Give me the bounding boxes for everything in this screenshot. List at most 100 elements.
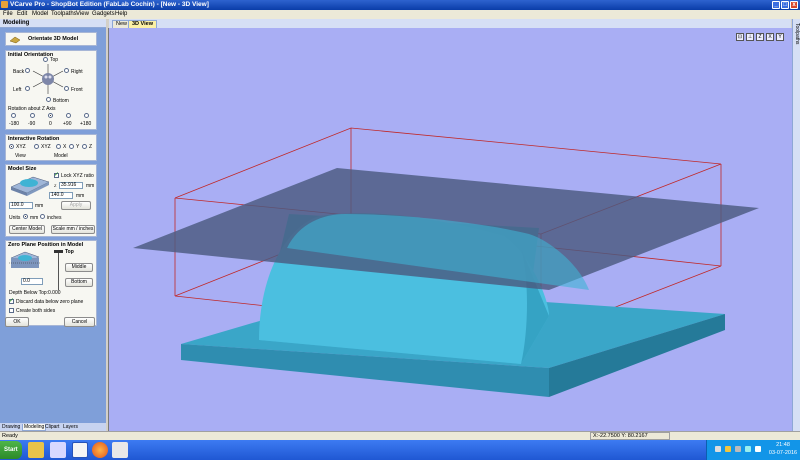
orient-back-radio[interactable]	[25, 68, 30, 73]
model-size-icon	[10, 176, 50, 196]
rotation-p90-radio[interactable]	[66, 113, 71, 118]
tab-layers[interactable]: Layers	[62, 424, 79, 430]
vcarve-app-icon[interactable]	[72, 442, 88, 458]
file-explorer-icon[interactable]	[28, 442, 44, 458]
menu-model[interactable]: Model	[32, 11, 48, 17]
rotation-p90-label: +90	[63, 121, 72, 127]
firefox-icon[interactable]	[92, 442, 108, 458]
rot-view-sublabel: View	[15, 153, 26, 159]
windows-taskbar: Start 21:48 03-07-2016	[0, 440, 800, 460]
rotation-m180-radio[interactable]	[11, 113, 16, 118]
z-size-field[interactable]: 35.916	[59, 182, 83, 189]
top-view-icon[interactable]: Z	[756, 33, 764, 41]
iso-view-icon[interactable]: ⊥	[746, 33, 754, 41]
3d-viewport[interactable]	[108, 28, 792, 431]
ok-button[interactable]: OK	[5, 317, 29, 327]
status-ready: Ready	[2, 433, 18, 439]
clock[interactable]: 21:48 03-07-2016	[767, 441, 799, 457]
menu-file[interactable]: File	[3, 11, 13, 17]
orient-top-radio[interactable]	[43, 57, 48, 62]
z-unit-label: mm	[86, 183, 95, 189]
zero-plane-slider-handle[interactable]	[54, 250, 63, 253]
discard-below-checkbox[interactable]	[9, 297, 14, 304]
menu-view[interactable]: View	[76, 11, 89, 17]
tab-drawing[interactable]: Drawing	[1, 424, 21, 430]
depth-below-top-value: 0.000	[48, 290, 61, 296]
menu-edit[interactable]: Edit	[17, 11, 27, 17]
tray-network-icon[interactable]	[715, 446, 721, 452]
rot-y-radio[interactable]	[69, 144, 74, 149]
lock-xyz-checkbox[interactable]	[54, 171, 59, 178]
y-size-field[interactable]: 140.0	[49, 192, 73, 199]
orient-right-radio[interactable]	[64, 68, 69, 73]
menu-toolpaths[interactable]: Toolpaths	[51, 11, 77, 17]
rotation-m90-radio[interactable]	[30, 113, 35, 118]
tray-shield-icon[interactable]	[725, 446, 731, 452]
rotation-m90-label: -90	[28, 121, 36, 127]
x-size-field[interactable]: 100.0	[9, 202, 33, 209]
unit-mm-radio[interactable]	[23, 214, 28, 219]
y-unit-label: mm	[76, 193, 85, 199]
orientate-header: Orientate 3D Model	[5, 32, 97, 46]
rot-y-label: Y	[76, 144, 80, 150]
rot-z-radio[interactable]	[82, 144, 87, 149]
orientation-gizmo-icon	[32, 64, 64, 94]
zero-plane-bottom-button[interactable]: Bottom	[65, 278, 93, 287]
maximize-button[interactable]: □	[781, 1, 789, 9]
rotation-0-radio[interactable]	[48, 113, 53, 118]
menu-help[interactable]: Help	[115, 11, 127, 17]
tab-modeling[interactable]: Modeling	[22, 424, 47, 431]
orient-left-radio[interactable]	[25, 86, 30, 91]
units-label: Units	[9, 215, 21, 221]
z-axis-letter: Z	[54, 183, 57, 188]
discard-below-label: Discard data below zero plane	[16, 299, 84, 305]
y-view-icon[interactable]: Y	[776, 33, 784, 41]
rotation-p180-label: +180	[80, 121, 92, 127]
orient-front-radio[interactable]	[64, 86, 69, 91]
tray-volume-icon[interactable]	[735, 446, 741, 452]
rotation-p180-radio[interactable]	[84, 113, 89, 118]
3d-scene[interactable]	[109, 28, 793, 431]
start-button[interactable]: Start	[0, 441, 22, 459]
toolpaths-strip[interactable]: Toolpaths	[792, 19, 800, 431]
tab-clipart[interactable]: Clipart	[44, 424, 60, 430]
tool-icon[interactable]	[112, 442, 128, 458]
center-model-button[interactable]: Center Model	[9, 225, 45, 234]
orient-left-label: Left	[13, 87, 22, 93]
unit-inches-radio[interactable]	[40, 214, 45, 219]
minimize-button[interactable]: _	[772, 1, 780, 9]
clock-date: 03-07-2016	[768, 450, 798, 456]
rotation-0-label: 0	[49, 121, 52, 127]
close-button[interactable]: x	[790, 1, 798, 9]
zero-plane-middle-button[interactable]: Middle	[65, 263, 93, 272]
orient-bottom-radio[interactable]	[46, 97, 51, 102]
rot-x-radio[interactable]	[56, 144, 61, 149]
rot-model-xyz-radio[interactable]	[34, 144, 39, 149]
toolpaths-label: Toolpaths	[794, 23, 800, 45]
rot-model-sublabel: Model	[54, 153, 68, 159]
cursor-coordinates: X:-22.7500 Y: 80.2167	[590, 432, 670, 440]
menu-bar: File Edit Model Toolpaths View Gadgets H…	[0, 10, 800, 19]
doc-tab-3d-view[interactable]: 3D View	[128, 20, 157, 28]
zero-plane-value-field[interactable]: 0.0	[21, 278, 43, 285]
left-panel-tabs: Drawing Modeling Clipart Layers	[0, 423, 106, 431]
rot-view-xyz-label: XYZ	[16, 144, 26, 150]
settings-icon[interactable]	[50, 442, 66, 458]
apply-button[interactable]: Apply	[61, 201, 91, 210]
scale-units-button[interactable]: Scale mm / inches	[51, 225, 95, 234]
unit-inches-label: inches	[47, 215, 62, 221]
zoom-extents-icon[interactable]: ⊡	[736, 33, 744, 41]
tray-flag-icon[interactable]	[755, 446, 761, 452]
rot-view-xyz-radio[interactable]	[9, 144, 14, 149]
zero-plane-slider-track	[58, 250, 59, 290]
cancel-button[interactable]: Cancel	[64, 317, 95, 327]
panel-header: Modeling	[0, 19, 106, 28]
unit-mm-label: mm	[30, 215, 39, 221]
tray-display-icon[interactable]	[745, 446, 751, 452]
rot-z-label: Z	[89, 144, 93, 150]
orientate-title: Orientate 3D Model	[28, 36, 79, 42]
create-both-checkbox[interactable]	[9, 308, 14, 313]
menu-gadgets[interactable]: Gadgets	[92, 11, 115, 17]
x-view-icon[interactable]: X	[766, 33, 774, 41]
orient-top-label: Top	[50, 57, 59, 63]
